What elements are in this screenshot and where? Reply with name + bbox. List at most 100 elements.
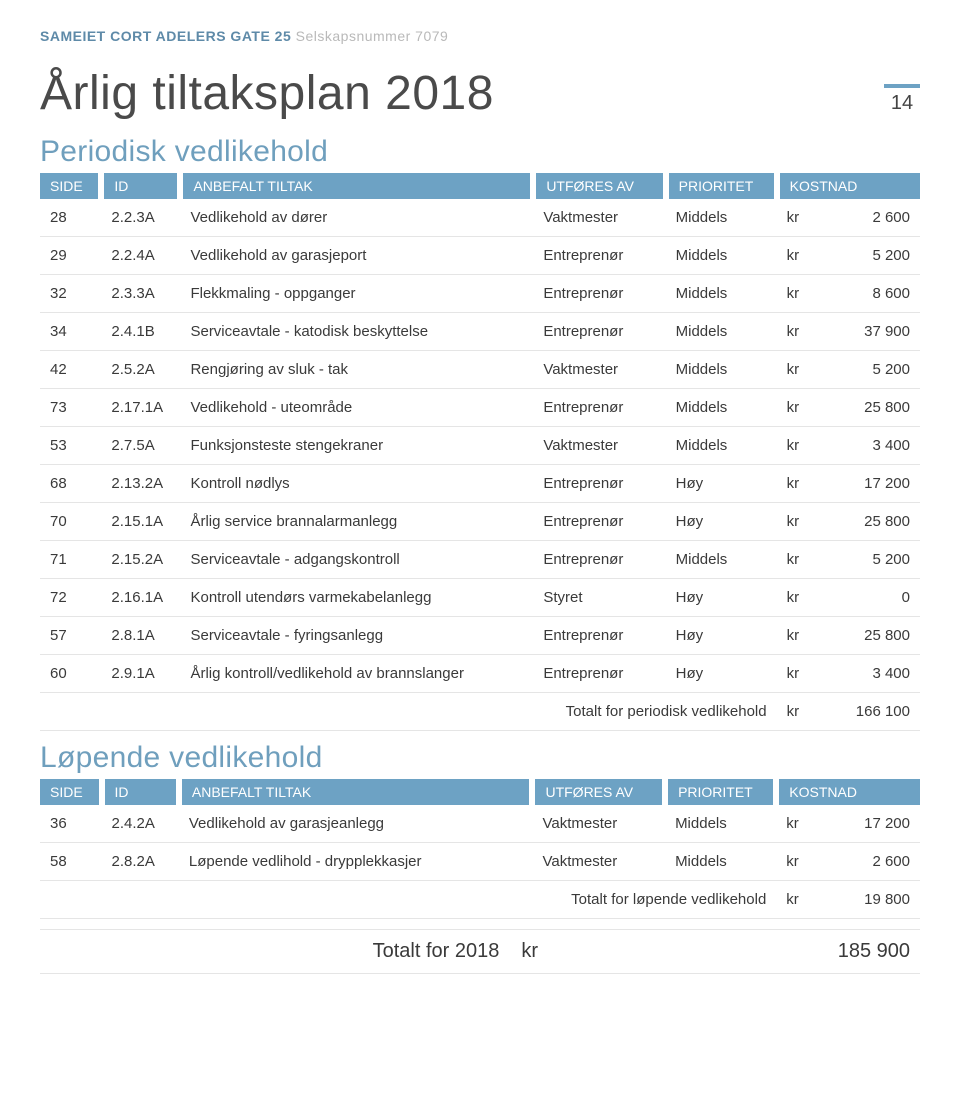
cell-side: 72	[40, 579, 101, 617]
cell-by: Vaktmester	[533, 427, 665, 465]
table-row: 362.4.2AVedlikehold av garasjeanleggVakt…	[40, 805, 920, 843]
cell-task: Flekkmaling - oppganger	[180, 275, 533, 313]
cell-by: Styret	[533, 579, 665, 617]
cell-side: 58	[40, 843, 102, 881]
cell-currency: kr	[777, 541, 821, 579]
subtotal-cost: 166 100	[821, 693, 920, 731]
cell-prio: Middels	[666, 275, 777, 313]
cell-task: Vedlikehold av garasjeanlegg	[179, 805, 533, 843]
document-header: SAMEIET CORT ADELERS GATE 25 Selskapsnum…	[40, 28, 920, 44]
table-row: 282.2.3AVedlikehold av dørerVaktmesterMi…	[40, 199, 920, 237]
cell-by: Vaktmester	[533, 199, 665, 237]
cell-currency: kr	[777, 503, 821, 541]
cell-task: Kontroll nødlys	[180, 465, 533, 503]
table-row: 422.5.2ARengjøring av sluk - takVaktmest…	[40, 351, 920, 389]
cell-task: Funksjonsteste stengekraner	[180, 427, 533, 465]
cell-id: 2.2.3A	[101, 199, 180, 237]
cell-by: Entreprenør	[533, 655, 665, 693]
col-header-id: ID	[101, 173, 180, 199]
cell-id: 2.15.1A	[101, 503, 180, 541]
cell-task: Årlig service brannalarmanlegg	[180, 503, 533, 541]
col-header-task: ANBEFALT TILTAK	[180, 173, 533, 199]
cell-currency: kr	[777, 655, 821, 693]
col-header-by: UTFØRES AV	[533, 173, 665, 199]
cell-currency: kr	[777, 579, 821, 617]
cell-task: Rengjøring av sluk - tak	[180, 351, 533, 389]
cell-id: 2.2.4A	[101, 237, 180, 275]
cell-task: Serviceavtale - fyringsanlegg	[180, 617, 533, 655]
cell-id: 2.16.1A	[101, 579, 180, 617]
cell-by: Entreprenør	[533, 541, 665, 579]
cell-cost: 5 200	[821, 351, 920, 389]
table-row: 322.3.3AFlekkmaling - oppgangerEntrepren…	[40, 275, 920, 313]
page-title: Årlig tiltaksplan 2018	[40, 66, 494, 121]
cell-id: 2.13.2A	[101, 465, 180, 503]
cell-by: Entreprenør	[533, 275, 665, 313]
page-number: 14	[884, 84, 920, 115]
cell-cost: 5 200	[821, 541, 920, 579]
col-header-cost: KOSTNAD	[777, 173, 920, 199]
grand-total-currency: kr	[511, 930, 627, 974]
cell-cost: 17 200	[820, 805, 920, 843]
cell-currency: kr	[777, 351, 821, 389]
cell-by: Entreprenør	[533, 503, 665, 541]
cell-currency: kr	[777, 389, 821, 427]
cell-prio: Middels	[666, 313, 777, 351]
subtotal-label: Totalt for periodisk vedlikehold	[40, 693, 777, 731]
cell-id: 2.7.5A	[101, 427, 180, 465]
cell-cost: 37 900	[821, 313, 920, 351]
cell-prio: Høy	[666, 617, 777, 655]
cell-task: Vedlikehold av dører	[180, 199, 533, 237]
table-row: 582.8.2ALøpende vedlihold - drypplekkasj…	[40, 843, 920, 881]
subtotal-currency: kr	[776, 881, 820, 919]
cell-task: Løpende vedlihold - drypplekkasjer	[179, 843, 533, 881]
cell-prio: Høy	[666, 579, 777, 617]
cell-currency: kr	[776, 843, 820, 881]
table-row: 572.8.1AServiceavtale - fyringsanleggEnt…	[40, 617, 920, 655]
cell-by: Entreprenør	[533, 617, 665, 655]
cell-id: 2.9.1A	[101, 655, 180, 693]
cell-prio: Middels	[666, 389, 777, 427]
cell-side: 29	[40, 237, 101, 275]
cell-side: 57	[40, 617, 101, 655]
cell-id: 2.15.2A	[101, 541, 180, 579]
cell-id: 2.4.2A	[102, 805, 179, 843]
cell-cost: 2 600	[821, 199, 920, 237]
cell-cost: 2 600	[820, 843, 920, 881]
cell-cost: 17 200	[821, 465, 920, 503]
cell-task: Serviceavtale - katodisk beskyttelse	[180, 313, 533, 351]
cell-task: Serviceavtale - adgangskontroll	[180, 541, 533, 579]
cell-by: Vaktmester	[532, 805, 665, 843]
cell-cost: 25 800	[821, 503, 920, 541]
cell-by: Entreprenør	[533, 237, 665, 275]
plan-table: SIDEIDANBEFALT TILTAKUTFØRES AVPRIORITET…	[40, 173, 920, 731]
cell-side: 34	[40, 313, 101, 351]
cell-cost: 3 400	[821, 655, 920, 693]
cell-currency: kr	[777, 313, 821, 351]
cell-prio: Middels	[665, 805, 776, 843]
col-header-side: SIDE	[40, 779, 102, 805]
section-title: Løpende vedlikehold	[40, 741, 920, 775]
cell-prio: Middels	[666, 427, 777, 465]
cell-cost: 8 600	[821, 275, 920, 313]
col-header-prio: PRIORITET	[665, 779, 776, 805]
cell-prio: Middels	[666, 199, 777, 237]
cell-side: 70	[40, 503, 101, 541]
cell-id: 2.4.1B	[101, 313, 180, 351]
cell-side: 42	[40, 351, 101, 389]
table-row: 342.4.1BServiceavtale - katodisk beskytt…	[40, 313, 920, 351]
cell-cost: 25 800	[821, 389, 920, 427]
cell-cost: 5 200	[821, 237, 920, 275]
cell-prio: Middels	[666, 541, 777, 579]
cell-by: Vaktmester	[533, 351, 665, 389]
cell-currency: kr	[777, 427, 821, 465]
cell-side: 68	[40, 465, 101, 503]
cell-cost: 0	[821, 579, 920, 617]
plan-table: SIDEIDANBEFALT TILTAKUTFØRES AVPRIORITET…	[40, 779, 920, 919]
cell-task: Vedlikehold av garasjeport	[180, 237, 533, 275]
subtotal-currency: kr	[777, 693, 821, 731]
col-header-side: SIDE	[40, 173, 101, 199]
org-subtitle: Selskapsnummer 7079	[296, 28, 449, 44]
cell-side: 60	[40, 655, 101, 693]
cell-side: 36	[40, 805, 102, 843]
